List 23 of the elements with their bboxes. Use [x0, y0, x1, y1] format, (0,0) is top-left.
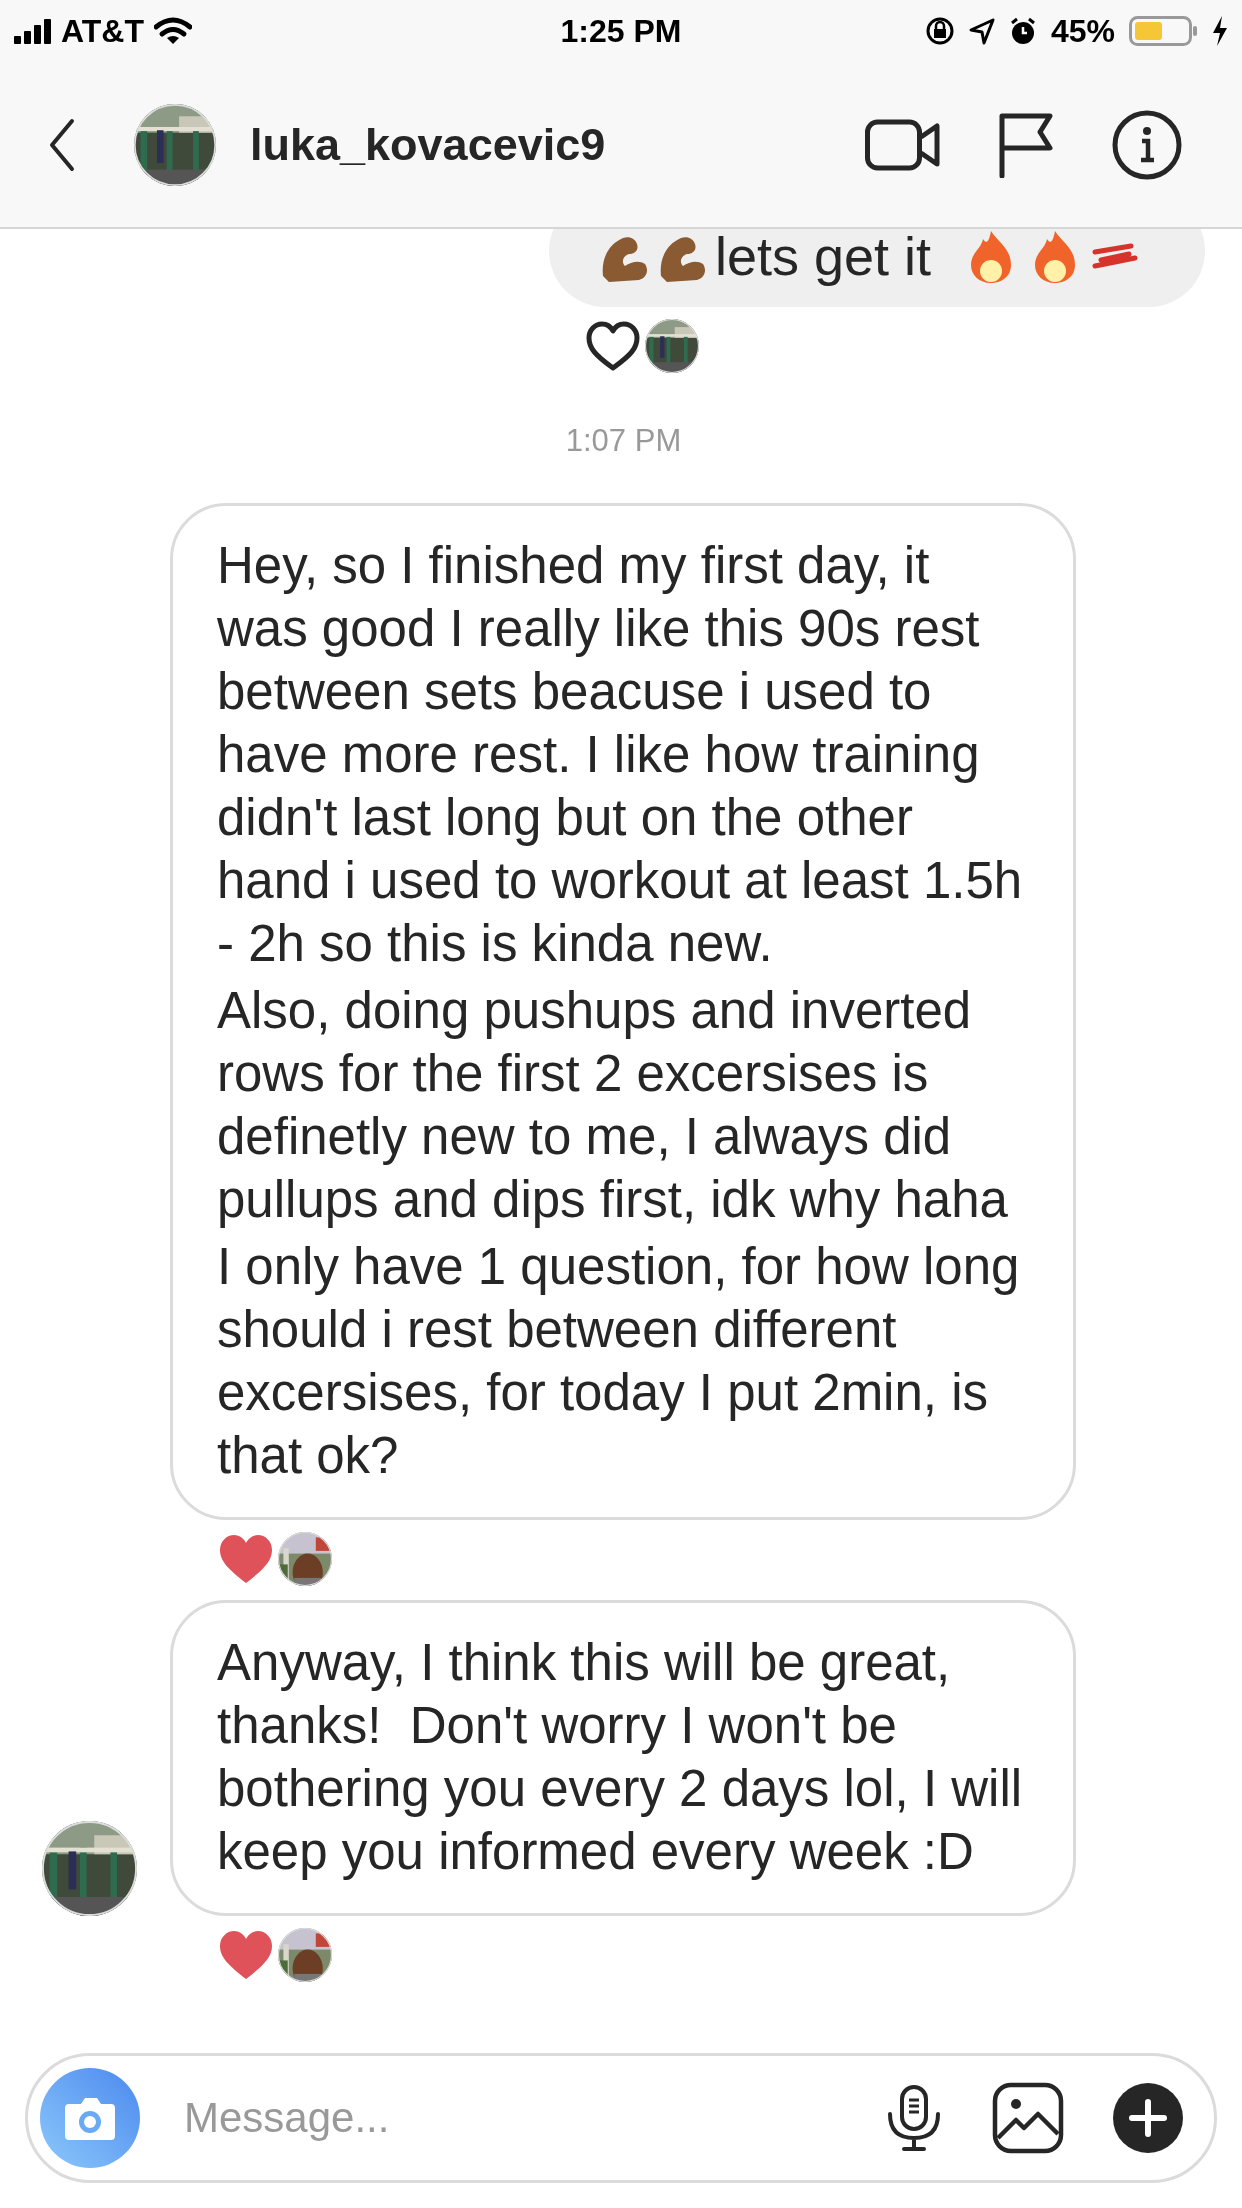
location-arrow-icon — [968, 17, 995, 45]
alarm-clock-icon — [1008, 17, 1037, 45]
signal-icon — [14, 18, 51, 44]
charging-bolt-icon — [1211, 16, 1228, 46]
carrier-name: AT&T — [61, 12, 144, 50]
clock-time: 1:25 PM — [560, 12, 682, 49]
back-icon[interactable] — [48, 117, 76, 172]
gallery-icon[interactable] — [992, 2082, 1064, 2154]
camera-button[interactable] — [40, 2068, 140, 2168]
flag-icon[interactable] — [998, 111, 1054, 178]
message-text: Also, doing pushups and inverted rows for the first 2 excersises is definetly new to me, I always did pullups and dips first, idk why haha — [217, 981, 1009, 1230]
rotation-lock-icon — [924, 16, 955, 46]
username[interactable]: luka_kovacevic9 — [250, 118, 606, 171]
message-text: Anyway, I think this will be great, thanks! Don't worry I won't be bothering you every 2 days lol, I will keep you informed every week :D — [217, 1633, 1024, 1882]
message-text: lets get it — [715, 229, 932, 287]
add-icon[interactable] — [1112, 2082, 1184, 2154]
battery-percentage: 45% — [1050, 12, 1115, 50]
info-icon[interactable] — [1112, 109, 1182, 180]
battery-icon — [1129, 16, 1197, 46]
timestamp: 1:07 PM — [565, 423, 682, 459]
wifi-icon — [153, 17, 192, 45]
message-text: Hey, so I finished my first day, it was good I really like this 90s rest between sets beacuse i used to have more rest. I like how training didn't last long but on the other hand i used to workout at least 1.5h - 2h so this is kinda new. — [217, 536, 1024, 974]
message-text: I only have 1 question, for how long should i rest between different excersises, for today I put 2min, is that ok? — [217, 1237, 1021, 1486]
